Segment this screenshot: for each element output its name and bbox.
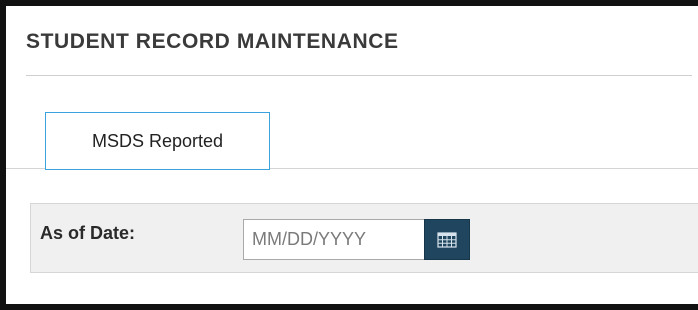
page-title: STUDENT RECORD MAINTENANCE <box>26 30 399 53</box>
calendar-button[interactable] <box>424 219 470 260</box>
calendar-icon <box>437 231 457 248</box>
filter-panel: As of Date: <box>30 203 698 273</box>
tab-label: MSDS Reported <box>91 130 224 151</box>
title-divider <box>26 75 692 76</box>
tab-msds-reported[interactable]: MSDS Reported <box>45 112 270 170</box>
as-of-date-label: As of Date: <box>40 223 136 243</box>
as-of-date-input[interactable] <box>243 219 425 260</box>
